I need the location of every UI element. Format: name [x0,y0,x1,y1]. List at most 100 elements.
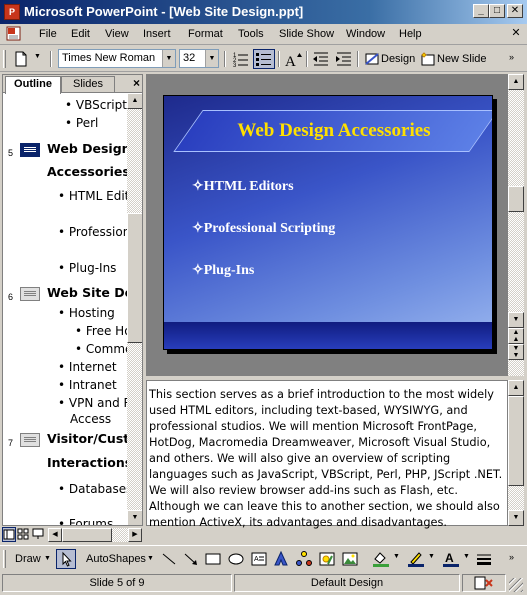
new-slide-button[interactable]: New Slide [417,49,491,69]
outline-slide-title[interactable]: Web Site Design [47,285,127,300]
outline-bullet[interactable]: • Plug-Ins [58,261,116,275]
notes-scrollbar[interactable]: ▲ ▼ [508,380,524,526]
slide-title[interactable]: Web Design Accessories [184,120,484,142]
menu-help[interactable]: Help [399,28,422,40]
minimize-button[interactable]: _ [473,4,489,18]
menu-edit[interactable]: Edit [71,28,90,40]
toolbar-grip[interactable] [3,50,6,68]
font-color-button[interactable]: A [440,549,462,569]
text-box-button[interactable]: A [249,549,269,569]
slide-bullet[interactable]: ✧Professional Scripting [192,220,335,237]
toolbar-grip[interactable] [3,550,6,568]
outline-bullet[interactable]: • Hosting [58,306,115,320]
bullets-button[interactable] [253,49,275,69]
fill-color-dropdown[interactable]: ▼ [392,552,402,572]
menu-slide-show[interactable]: Slide Show [279,28,334,40]
document-close-button[interactable]: ✕ [509,27,523,41]
scroll-up-button[interactable]: ▲ [127,93,142,109]
document-icon[interactable] [6,26,22,42]
new-dropdown-arrow[interactable]: ▼ [33,52,45,72]
increase-font-size-button[interactable]: A [282,49,304,70]
hscroll-thumb[interactable] [62,528,112,542]
outline-bullet[interactable]: • Internet [58,360,117,374]
arrow-button[interactable] [181,549,201,569]
decrease-indent-button[interactable] [310,49,332,69]
previous-slide-button[interactable]: ▲ ▲ [508,328,524,344]
notes-text[interactable]: This section serves as a brief introduct… [149,387,504,531]
outline-bullet[interactable]: • Intranet [58,378,117,392]
slide-bullet[interactable]: ✧HTML Editors [192,178,294,195]
slide-scrollbar[interactable]: ▲ ▼ ▲ ▲ ▼ ▼ [508,74,524,376]
scroll-down-button[interactable]: ▼ [508,312,524,328]
notes-pane[interactable]: This section serves as a brief introduct… [146,380,508,529]
outline-bullet[interactable]: • VPN and Remote [58,396,127,410]
outline-slide-title[interactable]: Visitor/Customer [47,431,127,446]
select-objects-button[interactable] [56,549,76,569]
outline-bullet[interactable]: • Professional Scripting [58,225,127,239]
outline-slide-title-continued[interactable]: Accessories [47,164,127,179]
close-button[interactable]: ✕ [507,4,523,18]
scroll-up-button[interactable]: ▲ [508,380,524,396]
scroll-right-button[interactable]: ▶ [128,528,142,542]
toolbar-options-button[interactable]: » [508,551,522,571]
oval-button[interactable] [226,549,246,569]
outline-content[interactable]: • VBScript • Perl 5 Web Design Accessori… [3,93,127,525]
slide-icon[interactable] [20,287,40,301]
scroll-thumb[interactable] [127,213,142,343]
design-button[interactable]: Design [361,49,415,69]
spelling-status[interactable] [462,574,506,592]
font-color-dropdown[interactable]: ▼ [462,552,472,572]
outline-bullet[interactable]: • Databases [58,482,127,496]
menu-window[interactable]: Window [346,28,385,40]
slide-icon[interactable] [20,143,40,157]
diagram-button[interactable] [294,549,314,569]
slide-show-view-button[interactable] [32,527,46,542]
scroll-up-button[interactable]: ▲ [508,74,524,90]
outline-hscrollbar[interactable]: ◀ ▶ [48,528,142,542]
font-name-combo[interactable]: Times New Roman ▼ [58,49,176,68]
wordart-button[interactable] [271,549,291,569]
clip-art-button[interactable] [317,549,337,569]
next-slide-button[interactable]: ▼ ▼ [508,344,524,360]
line-style-button[interactable] [474,549,494,569]
pane-close-button[interactable]: × [133,76,140,90]
menu-insert[interactable]: Insert [143,28,171,40]
fill-color-button[interactable] [370,549,392,569]
font-size-combo[interactable]: 32 ▼ [179,49,219,68]
autoshapes-menu-button[interactable]: AutoShapes ▼ [82,549,156,569]
slide-icon[interactable] [20,433,40,447]
title-bar[interactable]: P Microsoft PowerPoint - [Web Site Desig… [0,0,527,24]
draw-menu-button[interactable]: Draw ▼ [10,549,52,569]
tab-outline[interactable]: Outline [5,76,61,94]
rectangle-button[interactable] [203,549,223,569]
tab-slides[interactable]: Slides [61,76,115,93]
outline-bullet[interactable]: • HTML Editors [58,189,127,203]
line-button[interactable] [159,549,179,569]
menu-format[interactable]: Format [188,28,223,40]
toolbar-options-button[interactable]: » [508,51,522,71]
normal-view-button[interactable] [2,527,16,542]
scroll-down-button[interactable]: ▼ [508,510,524,526]
scroll-down-button[interactable]: ▼ [127,510,142,525]
outline-bullet[interactable]: • Commercial [75,342,127,356]
font-size-dropdown-arrow[interactable]: ▼ [205,50,218,67]
increase-indent-button[interactable] [333,49,355,69]
scroll-thumb[interactable] [508,186,524,212]
slide-canvas[interactable]: Web Design Accessories ✧HTML Editors ✧Pr… [163,95,493,350]
outline-bullet[interactable]: • Perl [65,116,98,130]
maximize-button[interactable]: □ [489,4,505,18]
numbering-button[interactable]: 123 [230,49,252,69]
slide-sorter-view-button[interactable] [17,527,31,542]
slide-bullet[interactable]: ✧Plug-Ins [192,262,254,279]
resize-grip[interactable] [509,578,523,592]
outline-bullet[interactable]: • Free Hosting [75,324,127,338]
scroll-thumb[interactable] [508,396,524,486]
insert-picture-button[interactable] [340,549,360,569]
new-document-button[interactable] [10,49,32,69]
outline-slide-title-continued[interactable]: Interactions [47,455,127,470]
powerpoint-app-icon[interactable]: P [4,4,20,20]
outline-scrollbar[interactable]: ▲ ▼ [127,93,142,525]
menu-tools[interactable]: Tools [238,28,264,40]
line-color-button[interactable] [405,549,427,569]
menu-file[interactable]: File [39,28,57,40]
